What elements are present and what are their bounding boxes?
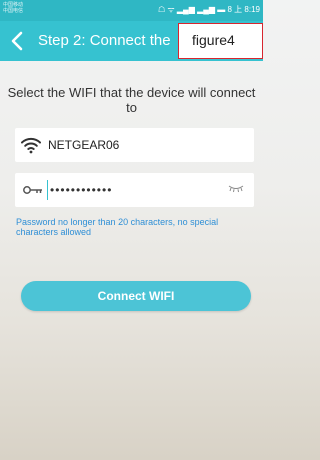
carrier-line-2: 中国电信 [3, 8, 24, 14]
connect-wifi-button[interactable]: Connect WIFI [21, 281, 251, 311]
signal-icons: ☖ ᯤ ▂▄▆ ▂▄▆ ▬ 8 上 [157, 5, 243, 14]
password-field[interactable] [15, 173, 254, 207]
eye-closed-icon[interactable] [228, 183, 244, 193]
figure-label: figure4 [178, 23, 263, 59]
page-title: Step 2: Connect the [38, 32, 171, 49]
carrier-info: 中国移动 中国电信 [3, 2, 23, 14]
ssid-value: NETGEAR06 [48, 138, 120, 152]
wifi-icon [21, 137, 41, 154]
clock: 8:19 [244, 5, 260, 14]
status-icons: ☖ ᯤ ▂▄▆ ▂▄▆ ▬ 8 上 8:19 [158, 5, 260, 15]
password-hint: Password no longer than 20 characters, n… [16, 217, 219, 237]
status-bar: 中国移动 中国电信 ☖ ᯤ ▂▄▆ ▂▄▆ ▬ 8 上 8:19 [0, 0, 263, 21]
chevron-left-icon [11, 31, 23, 51]
key-icon [23, 186, 42, 194]
instruction-text: Select the WIFI that the device will con… [7, 85, 256, 115]
wifi-ssid-field[interactable]: NETGEAR06 [15, 128, 254, 162]
password-input[interactable] [47, 180, 212, 200]
back-button[interactable] [6, 29, 30, 53]
